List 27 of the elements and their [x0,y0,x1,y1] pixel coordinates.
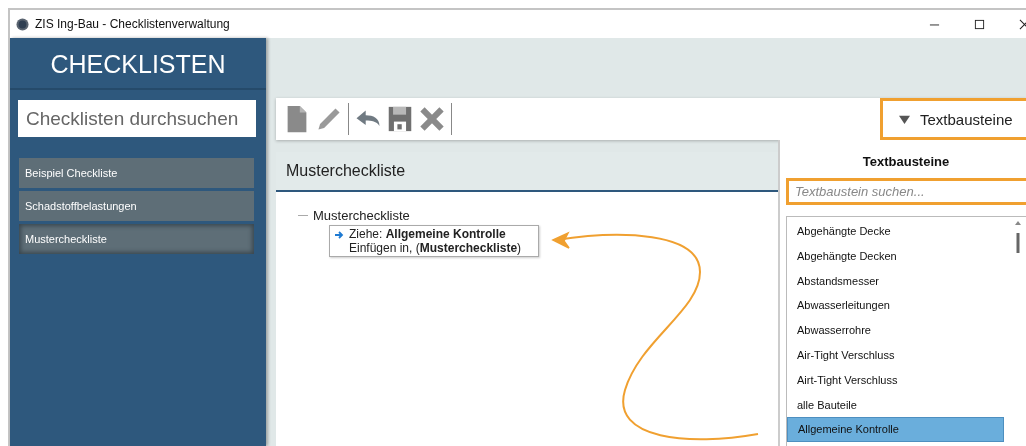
list-item[interactable]: alle Bauteile [787,392,1004,418]
tree-item[interactable]: Mustercheckliste [313,208,410,223]
textbausteine-button[interactable]: Textbausteine [880,98,1026,140]
sidebar-item[interactable]: Schadstoffbelastungen [19,191,254,221]
caret-down-icon [899,113,910,125]
window-title: ZIS Ing-Bau - Checklistenverwaltung [35,17,230,31]
app-icon [16,17,29,31]
save-icon[interactable] [387,104,413,134]
search-field[interactable]: Textbaustein suchen... [786,178,1026,205]
delete-icon[interactable] [419,104,445,134]
panel-title: Textbausteine [861,153,951,171]
tooltip-text: Einfügen in, (Mustercheckliste) [349,241,522,255]
sidebar-item[interactable]: Mustercheckliste [19,224,254,254]
tooltip-text: Ziehe: Allgemeine Kontrolle [349,227,507,241]
maximize-icon[interactable] [974,18,985,30]
list-item[interactable]: Abwasserleitungen [787,293,1004,319]
arrow-right-icon [334,230,344,240]
panel-title: Mustercheckliste [276,152,778,192]
sidebar-item[interactable]: Beispiel Checkliste [19,158,254,188]
list-item[interactable]: Abgehängte Decke [787,219,1004,244]
list-item[interactable]: Abgehängte Decken [787,243,1004,269]
list-item[interactable]: Abwasserrohre [787,318,1004,343]
search-field[interactable]: Checklisten durchsuchen [18,100,256,137]
list-item[interactable]: Allgemeine Kontrolle [787,417,1004,443]
list-item[interactable]: Air-Tight Verschluss [787,343,1004,368]
list-item[interactable]: Abstandsmesser [787,268,1004,294]
list-item[interactable]: Airt-Tight Verschluss [787,367,1004,393]
